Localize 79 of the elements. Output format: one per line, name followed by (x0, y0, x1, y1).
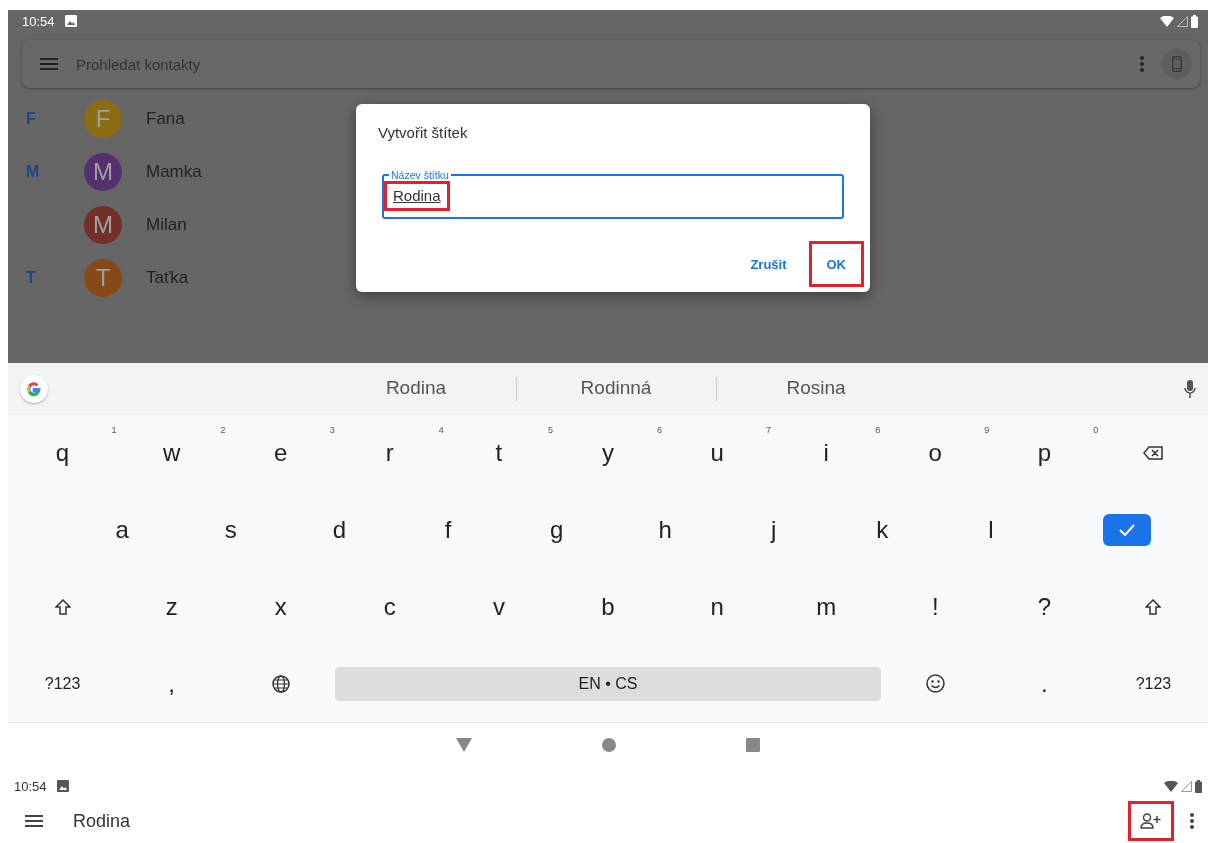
menu-icon[interactable] (25, 815, 43, 827)
phone-icon (1172, 56, 1182, 72)
shift-icon (54, 598, 71, 615)
more-icon[interactable] (1190, 813, 1194, 829)
key[interactable]: x (250, 578, 311, 635)
key[interactable]: , (141, 655, 202, 712)
key-hint: 3 (329, 425, 335, 436)
google-logo-icon (26, 381, 42, 397)
label-name-field[interactable]: Název štítku Rodina (382, 169, 844, 219)
key-hint: 0 (1093, 425, 1099, 436)
account-button[interactable] (1162, 49, 1192, 79)
status-time: 10:54 (22, 13, 55, 29)
suggestion[interactable]: Rodinná (516, 377, 716, 401)
key[interactable]: l (960, 502, 1021, 559)
shift-icon (1145, 598, 1162, 615)
google-button[interactable] (20, 375, 48, 403)
dialog-button[interactable]: Zrušit (732, 241, 805, 287)
key-hint: 1 (111, 425, 117, 436)
key[interactable]: c (359, 578, 420, 635)
key[interactable]: m (796, 578, 857, 635)
check-icon (1118, 524, 1135, 537)
key[interactable]: ! (905, 578, 966, 635)
key[interactable]: k (852, 502, 913, 559)
key[interactable]: v (468, 578, 529, 635)
home-icon[interactable] (602, 737, 616, 752)
key-hint: 6 (656, 425, 662, 436)
key[interactable]: s (200, 502, 261, 559)
battery-icon (1191, 14, 1198, 28)
contact-avatar: T (84, 258, 122, 297)
field-label: Název štítku (390, 169, 450, 181)
backspace-icon (1143, 446, 1164, 461)
contact-avatar: M (84, 205, 122, 244)
section-letter: T (26, 268, 36, 286)
add-person-icon (1140, 813, 1162, 829)
space-key[interactable]: EN • CS (335, 666, 881, 701)
key[interactable]: b (578, 578, 638, 635)
key-hint: 5 (547, 425, 553, 436)
key-hint: 8 (875, 425, 881, 436)
key[interactable]: f (418, 502, 478, 559)
image-icon (56, 780, 69, 792)
suggestion[interactable]: Rosina (716, 377, 916, 401)
back-icon[interactable] (456, 737, 472, 752)
contact-avatar: M (84, 152, 122, 191)
microphone-icon[interactable] (1184, 380, 1196, 398)
key[interactable]: ? (1014, 578, 1075, 635)
key[interactable]: n (687, 578, 748, 635)
battery-icon (1195, 779, 1202, 793)
symbols-key[interactable]: ?123 (32, 655, 93, 712)
symbols-key[interactable]: ?123 (1123, 655, 1184, 712)
section-letter: M (26, 162, 40, 180)
field-value: Rodina (384, 181, 450, 211)
signal-icon (1177, 15, 1188, 27)
status-time: 10:54 (14, 778, 47, 794)
key[interactable]: d (309, 502, 370, 559)
key[interactable]: a (92, 502, 153, 559)
toolbar-title: Rodina (73, 810, 132, 832)
add-person-button[interactable] (1128, 801, 1174, 841)
globe-icon (271, 674, 290, 693)
key-hint: 2 (220, 425, 226, 436)
key-hint: 4 (438, 425, 444, 436)
key[interactable]: j (743, 502, 804, 559)
key[interactable]: g (526, 502, 587, 559)
key-hint: 7 (766, 425, 772, 436)
wifi-icon (1160, 15, 1174, 27)
signal-icon (1181, 780, 1192, 792)
wifi-icon (1164, 780, 1178, 792)
recents-icon[interactable] (746, 737, 760, 752)
section-letter: F (26, 109, 36, 127)
dialog-title: Vytvořit štítek (378, 124, 469, 141)
key[interactable]: z (141, 578, 202, 635)
emoji-icon (925, 674, 945, 694)
contact-avatar: F (84, 99, 122, 138)
key-hint: 9 (984, 425, 990, 436)
suggestion[interactable]: Rodina (316, 377, 516, 401)
enter-key[interactable] (1102, 514, 1151, 547)
image-icon (64, 15, 77, 27)
dialog-button[interactable]: OK (808, 241, 864, 287)
key[interactable]: . (1014, 655, 1075, 712)
key[interactable]: h (635, 502, 696, 559)
